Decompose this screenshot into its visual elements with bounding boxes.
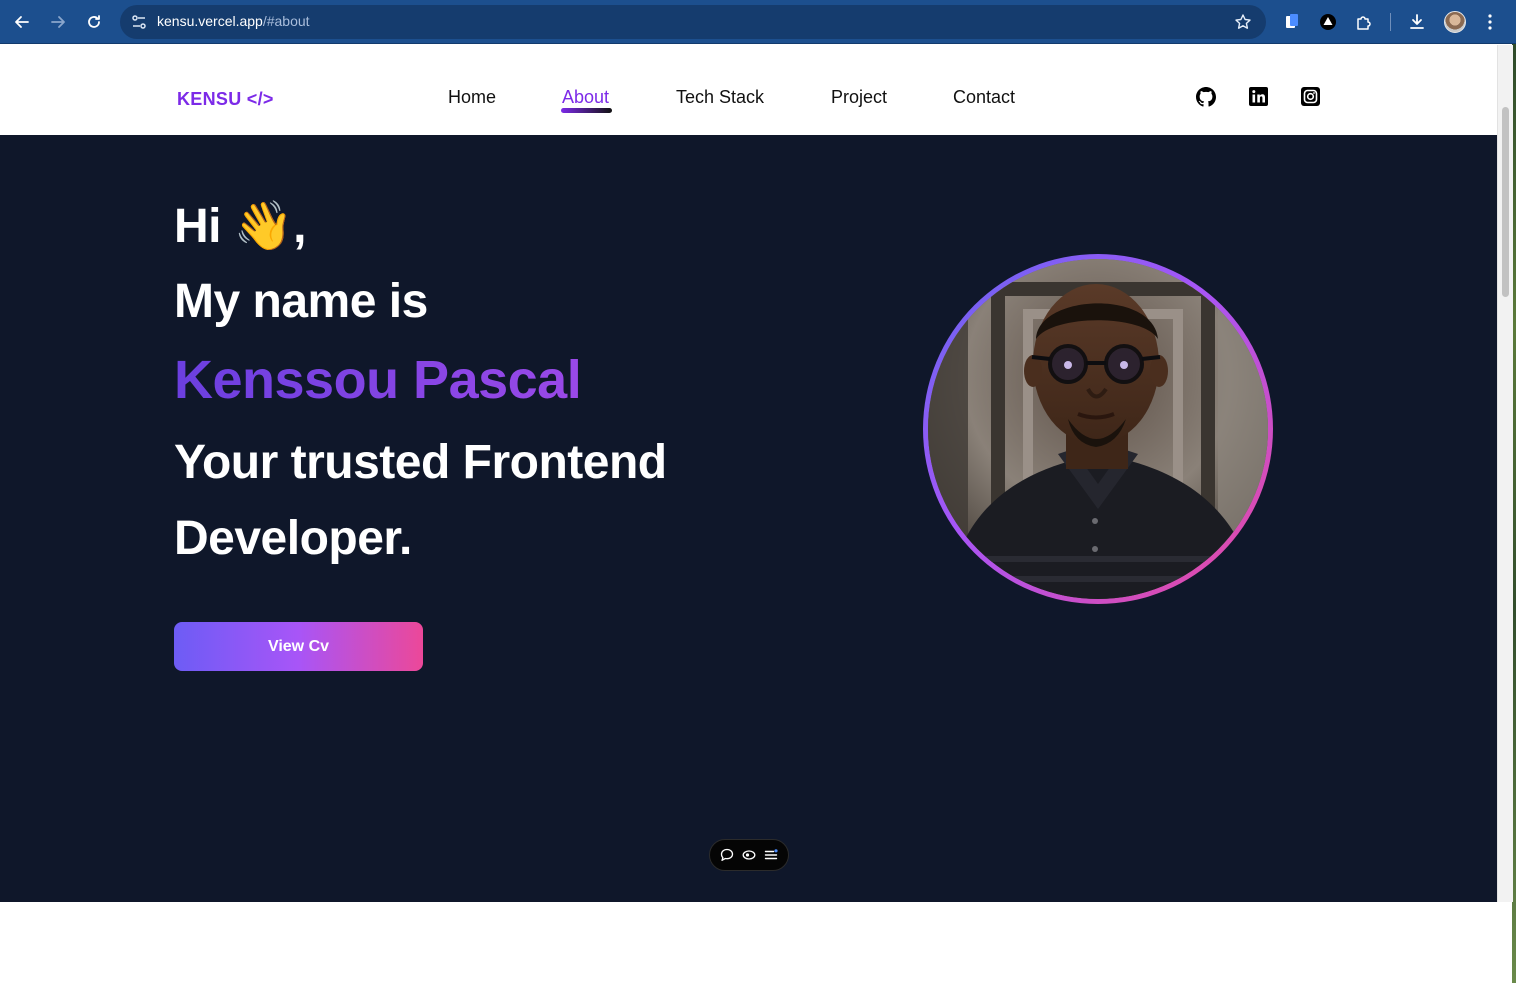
profile-photo-frame (923, 254, 1273, 604)
reload-icon[interactable] (82, 10, 106, 34)
page-scrollbar[interactable] (1497, 45, 1513, 902)
comment-icon[interactable] (719, 847, 735, 863)
linkedin-icon[interactable] (1249, 87, 1269, 107)
site-logo[interactable]: KENSU </> (177, 89, 274, 110)
url-host: kensu.vercel.app (157, 13, 263, 29)
profile-photo (928, 259, 1268, 599)
toolbar-divider (1390, 13, 1391, 31)
active-nav-indicator (561, 108, 612, 113)
more-menu-icon[interactable] (1479, 11, 1501, 33)
hero-intro: My name is (174, 275, 428, 328)
nav-contact[interactable]: Contact (953, 87, 1015, 108)
extension-icon[interactable] (1317, 11, 1339, 33)
nav-project[interactable]: Project (831, 87, 887, 108)
url-path: /#about (262, 13, 310, 29)
profile-avatar[interactable] (1444, 11, 1466, 33)
bookmark-star-icon[interactable] (1234, 13, 1252, 31)
extensions-puzzle-icon[interactable] (1353, 11, 1375, 33)
nav-tech-stack[interactable]: Tech Stack (676, 87, 764, 108)
view-cv-button[interactable]: View Cv (174, 622, 423, 671)
hero-name: Kenssou Pascal (174, 350, 582, 410)
nav-home[interactable]: Home (448, 87, 496, 108)
hero-tagline-line-1: Your trusted Frontend (174, 436, 667, 489)
floating-toolbar (709, 839, 789, 871)
nav-about[interactable]: About (562, 87, 609, 108)
github-icon[interactable] (1196, 87, 1216, 107)
hero-greeting: Hi 👋, (174, 200, 306, 253)
download-icon[interactable] (1406, 11, 1428, 33)
site-settings-icon[interactable] (130, 13, 148, 31)
site-header: KENSU </> Home About Tech Stack Project … (0, 45, 1497, 135)
scrollbar-thumb[interactable] (1502, 107, 1509, 297)
address-url: kensu.vercel.app/#about (157, 13, 310, 29)
extension-icon[interactable] (1281, 11, 1303, 33)
forward-icon[interactable] (46, 10, 70, 34)
hero-tagline-line-2: Developer. (174, 512, 412, 565)
hero-section: Hi 👋, My name is Kenssou Pascal Your tru… (0, 135, 1497, 902)
back-icon[interactable] (10, 10, 34, 34)
menu-icon[interactable] (763, 847, 779, 863)
browser-toolbar: kensu.vercel.app/#about (0, 0, 1516, 44)
address-bar[interactable]: kensu.vercel.app/#about (120, 5, 1266, 39)
eye-icon[interactable] (741, 847, 757, 863)
instagram-icon[interactable] (1301, 87, 1321, 107)
